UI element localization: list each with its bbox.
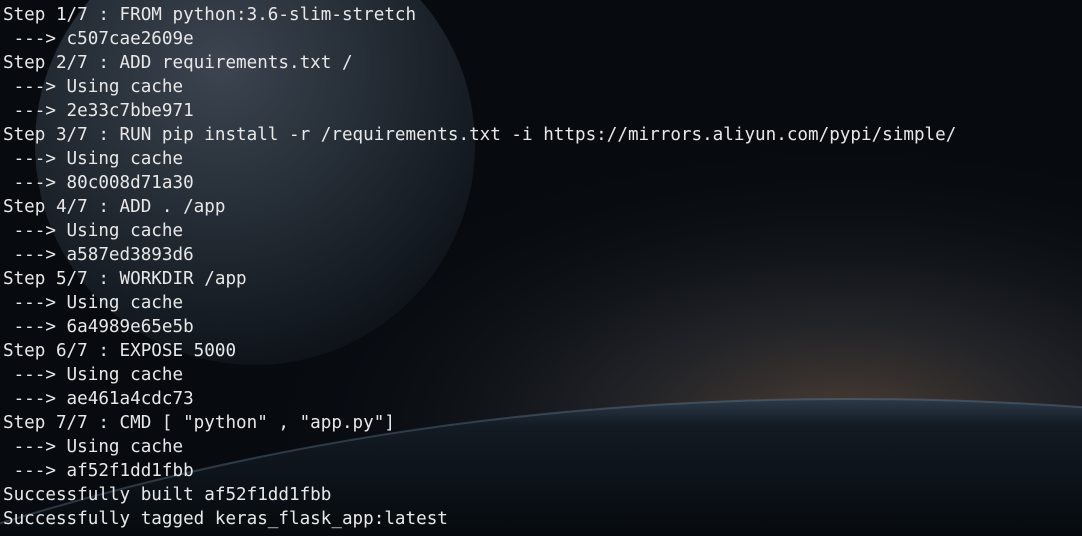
terminal-line: ---> Using cache xyxy=(3,77,184,97)
terminal-line: ---> Using cache xyxy=(3,293,184,313)
terminal-line: Step 6/7 : EXPOSE 5000 xyxy=(3,341,237,361)
terminal-line: Step 2/7 : ADD requirements.txt / xyxy=(3,53,353,73)
terminal-line: ---> Using cache xyxy=(3,149,184,169)
terminal-line: Step 7/7 : CMD [ "python" , "app.py"] xyxy=(3,413,395,433)
terminal-line: ---> 2e33c7bbe971 xyxy=(3,101,194,121)
terminal-line: Step 5/7 : WORKDIR /app xyxy=(3,269,247,289)
terminal-line: ---> Using cache xyxy=(3,437,184,457)
terminal-line: ---> 6a4989e65e5b xyxy=(3,317,194,337)
terminal-line: ---> 80c008d71a30 xyxy=(3,173,194,193)
terminal-line: Step 1/7 : FROM python:3.6-slim-stretch xyxy=(3,5,417,25)
terminal-line: ---> c507cae2609e xyxy=(3,29,194,49)
terminal-line: ---> Using cache xyxy=(3,221,184,241)
terminal-line: ---> ae461a4cdc73 xyxy=(3,389,194,409)
terminal-line: Successfully tagged keras_flask_app:late… xyxy=(3,509,448,529)
terminal-line: Step 4/7 : ADD . /app xyxy=(3,197,226,217)
terminal-line: Successfully built af52f1dd1fbb xyxy=(3,485,332,505)
terminal-output[interactable]: Step 1/7 : FROM python:3.6-slim-stretch … xyxy=(3,3,1082,536)
terminal-line: ---> a587ed3893d6 xyxy=(3,245,194,265)
terminal-line: Step 3/7 : RUN pip install -r /requireme… xyxy=(3,125,957,145)
terminal-line: ---> af52f1dd1fbb xyxy=(3,461,194,481)
terminal-line: ---> Using cache xyxy=(3,365,184,385)
